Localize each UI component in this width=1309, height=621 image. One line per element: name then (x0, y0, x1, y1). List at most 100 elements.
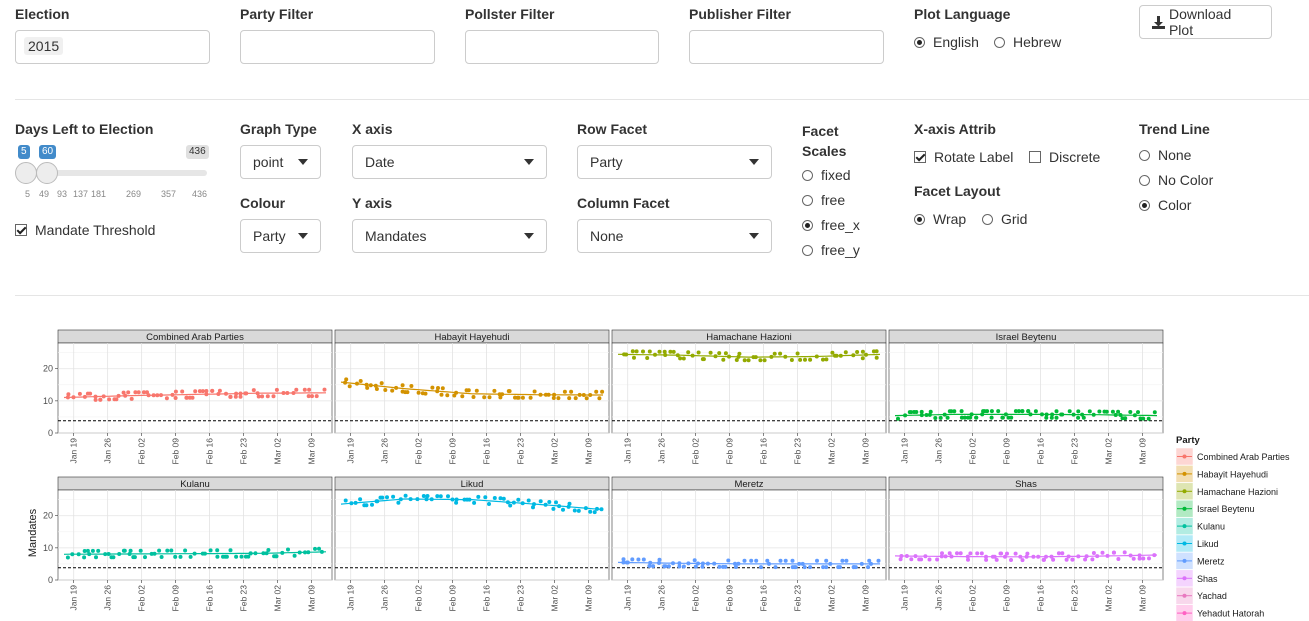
facet-scales-free-radio[interactable]: free (802, 190, 845, 210)
column-facet-select[interactable]: None (577, 219, 772, 253)
data-point (547, 500, 552, 504)
data-point (909, 557, 914, 562)
facet-strip-label: Habayit Hayehudi (435, 332, 510, 343)
data-point (396, 500, 401, 505)
slider-low-handle[interactable] (15, 162, 37, 184)
data-point (1136, 410, 1140, 415)
facet-layout-grid-radio[interactable]: Grid (982, 209, 1027, 229)
x-tick-label: Feb 02 (137, 585, 147, 612)
y-axis-select[interactable]: Mandates (352, 219, 547, 253)
data-point (193, 389, 198, 394)
data-point (994, 557, 999, 562)
discrete-checkbox[interactable]: Discrete (1029, 147, 1100, 167)
chevron-down-icon (524, 159, 534, 165)
data-point (1111, 550, 1116, 555)
graph-type-select[interactable]: point (240, 145, 321, 179)
x-tick-label: Feb 16 (1036, 438, 1046, 465)
data-point (551, 396, 556, 400)
facet-scales-free-y-radio[interactable]: free_y (802, 240, 860, 260)
checkbox-checked-icon (15, 224, 27, 236)
data-point (1025, 551, 1030, 556)
publisher-filter-input[interactable] (689, 30, 884, 64)
language-hebrew-radio[interactable]: Hebrew (994, 32, 1061, 52)
facet-layout-wrap-radio[interactable]: Wrap (914, 209, 966, 229)
data-point (860, 356, 865, 361)
data-point (224, 391, 228, 396)
data-point (307, 387, 312, 392)
data-point (159, 555, 164, 559)
data-point (844, 558, 849, 563)
data-point (476, 494, 481, 499)
data-point (114, 397, 119, 402)
data-point (297, 550, 302, 555)
data-point (438, 494, 443, 499)
language-english-radio[interactable]: English (914, 32, 979, 52)
y-tick-label: 0 (48, 428, 53, 438)
x-tick-label: Feb 23 (239, 438, 249, 465)
data-point (82, 394, 87, 399)
pollster-filter-input[interactable] (465, 30, 659, 64)
x-tick-label: Mar 02 (272, 585, 282, 612)
data-point (173, 554, 178, 559)
legend-label: Meretz (1197, 556, 1225, 566)
data-point (581, 393, 586, 397)
rotate-label-checkbox[interactable]: Rotate Label (914, 147, 1013, 167)
facet-scales-fixed-radio[interactable]: fixed (802, 165, 851, 185)
data-point (358, 497, 363, 502)
data-point (1116, 557, 1121, 561)
trend-none-radio[interactable]: None (1139, 145, 1191, 165)
data-point (686, 350, 691, 355)
data-point (516, 497, 521, 502)
data-point (1064, 557, 1069, 562)
mandate-threshold-checkbox[interactable]: Mandate Threshold (15, 220, 155, 240)
data-point (874, 355, 879, 360)
facet-scales-free-x-radio[interactable]: free_x (802, 215, 860, 235)
data-point (594, 389, 599, 394)
data-point (306, 550, 311, 555)
data-point (651, 564, 656, 569)
data-point (690, 353, 695, 358)
days-left-slider[interactable]: 5 60 436 5 49 93 137 181 269 357 436 (15, 143, 210, 203)
data-point (874, 349, 879, 354)
data-point (1020, 409, 1025, 414)
x-tick-label: Mar 09 (306, 438, 316, 465)
data-point (968, 551, 973, 556)
data-point (450, 497, 455, 502)
data-point (671, 349, 676, 354)
facet-strip-label: Likud (461, 479, 484, 490)
trend-no-color-radio[interactable]: No Color (1139, 170, 1213, 190)
election-select[interactable]: 2015 (15, 30, 210, 64)
data-point (1084, 554, 1089, 559)
chevron-down-icon (749, 159, 759, 165)
trend-color-radio[interactable]: Color (1139, 195, 1191, 215)
colour-select[interactable]: Party (240, 219, 321, 253)
data-point (896, 416, 900, 421)
row-facet-select[interactable]: Party (577, 145, 772, 179)
data-point (1013, 551, 1018, 556)
data-point (228, 394, 233, 399)
data-point (508, 503, 513, 508)
data-point (465, 497, 470, 502)
facet-scales-label: Facet Scales (802, 123, 847, 159)
data-point (1141, 556, 1146, 561)
data-point (180, 389, 185, 394)
data-point (531, 505, 535, 510)
data-point (126, 390, 131, 395)
download-plot-button[interactable]: Download Plot (1139, 5, 1272, 39)
data-point (440, 386, 445, 391)
facet-strip-label: Kulanu (180, 479, 210, 490)
data-point (736, 354, 741, 359)
x-tick-label: Mar 09 (583, 438, 593, 465)
slider-high-handle[interactable] (36, 162, 58, 184)
x-tick-label: Mar 09 (1137, 438, 1147, 465)
data-point (864, 352, 868, 357)
party-filter-input[interactable] (240, 30, 435, 64)
data-point (178, 554, 183, 559)
slider-tick: 93 (57, 189, 68, 199)
data-point (984, 554, 988, 559)
x-axis-select[interactable]: Date (352, 145, 547, 179)
data-point (164, 396, 169, 401)
data-point (588, 509, 593, 514)
x-tick-label: Mar 02 (826, 438, 836, 465)
data-point (1146, 416, 1151, 421)
